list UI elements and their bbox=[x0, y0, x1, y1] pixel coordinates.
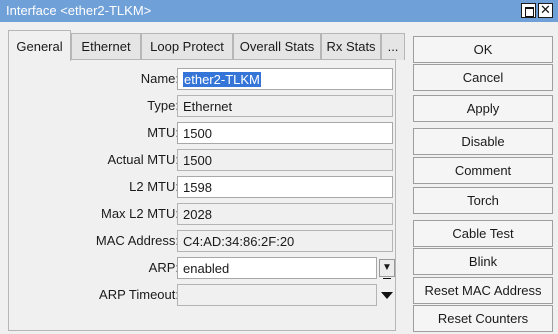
restore-window-icon[interactable] bbox=[521, 3, 536, 18]
comment-button[interactable]: Comment bbox=[413, 157, 553, 184]
arp-row: ARP: enabled ▼ bbox=[9, 257, 397, 279]
arp-timeout-input[interactable] bbox=[177, 284, 377, 306]
arp-timeout-row: ARP Timeout: bbox=[9, 284, 397, 306]
name-label: Name: bbox=[140, 71, 179, 86]
reset-mac-address-button[interactable]: Reset MAC Address bbox=[413, 277, 553, 304]
tab-ethernet[interactable]: Ethernet bbox=[71, 33, 141, 60]
disable-button[interactable]: Disable bbox=[413, 128, 553, 155]
triangle-down-icon[interactable] bbox=[381, 292, 393, 299]
name-input[interactable]: ether2-TLKM bbox=[177, 68, 393, 90]
tab-overall-stats[interactable]: Overall Stats bbox=[233, 33, 321, 60]
cable-test-button[interactable]: Cable Test bbox=[413, 220, 553, 247]
tab-rx-stats[interactable]: Rx Stats bbox=[321, 33, 381, 60]
mac-address-field: C4:AD:34:86:2F:20 bbox=[177, 230, 393, 252]
name-row: Name: ether2-TLKM bbox=[9, 68, 397, 90]
mac-address-label: MAC Address: bbox=[95, 233, 179, 248]
tab-general[interactable]: General bbox=[8, 30, 71, 61]
l2-mtu-input[interactable]: 1598 bbox=[177, 176, 393, 198]
mtu-label: MTU: bbox=[147, 125, 179, 140]
type-row: Type: Ethernet bbox=[9, 95, 397, 117]
reset-counters-button[interactable]: Reset Counters bbox=[413, 305, 553, 332]
dropdown-icon[interactable]: ▼ bbox=[379, 259, 395, 279]
type-label: Type: bbox=[147, 98, 179, 113]
max-l2-mtu-row: Max L2 MTU: 2028 bbox=[9, 203, 397, 225]
torch-button[interactable]: Torch bbox=[413, 187, 553, 214]
tab-more[interactable]: ... bbox=[381, 33, 405, 60]
tab-loop-protect[interactable]: Loop Protect bbox=[141, 33, 233, 60]
l2-mtu-label: L2 MTU: bbox=[129, 179, 179, 194]
ok-button[interactable]: OK bbox=[413, 36, 553, 63]
tab-bar: General Ethernet Loop Protect Overall St… bbox=[8, 30, 405, 61]
mtu-input[interactable]: 1500 bbox=[177, 122, 393, 144]
max-l2-mtu-label: Max L2 MTU: bbox=[100, 206, 179, 221]
window-titlebar[interactable]: Interface <ether2-TLKM> ✕ bbox=[0, 0, 558, 22]
arp-select[interactable]: enabled bbox=[177, 257, 377, 279]
blink-button[interactable]: Blink bbox=[413, 248, 553, 275]
max-l2-mtu-field: 2028 bbox=[177, 203, 393, 225]
arp-timeout-label: ARP Timeout: bbox=[99, 287, 179, 302]
type-field: Ethernet bbox=[177, 95, 393, 117]
general-tab-panel: Name: ether2-TLKM Type: Ethernet MTU: 15… bbox=[8, 59, 396, 331]
name-value: ether2-TLKM bbox=[183, 72, 261, 87]
actual-mtu-label: Actual MTU: bbox=[107, 152, 179, 167]
apply-button[interactable]: Apply bbox=[413, 95, 553, 122]
actual-mtu-row: Actual MTU: 1500 bbox=[9, 149, 397, 171]
l2-mtu-row: L2 MTU: 1598 bbox=[9, 176, 397, 198]
actual-mtu-field: 1500 bbox=[177, 149, 393, 171]
mac-address-row: MAC Address: C4:AD:34:86:2F:20 bbox=[9, 230, 397, 252]
window-title: Interface <ether2-TLKM> bbox=[6, 3, 152, 18]
cancel-button[interactable]: Cancel bbox=[413, 64, 553, 91]
close-window-icon[interactable]: ✕ bbox=[538, 3, 553, 18]
mtu-row: MTU: 1500 bbox=[9, 122, 397, 144]
arp-label: ARP: bbox=[148, 260, 179, 275]
